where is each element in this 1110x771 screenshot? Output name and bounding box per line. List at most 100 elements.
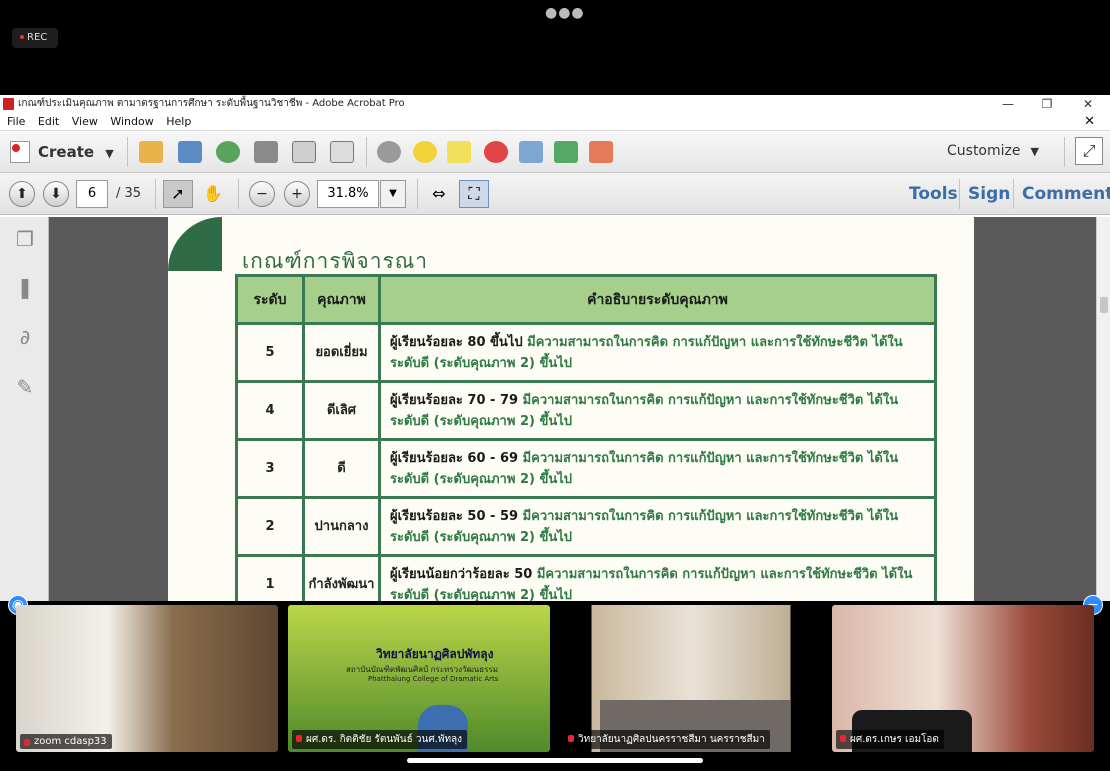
edit-document-icon[interactable]	[292, 141, 316, 163]
participant-video-2[interactable]: วิทยาลัยนาฏศิลปพัทลุง สถาบันบัณฑิตพัฒนศิ…	[288, 605, 550, 752]
expand-icon[interactable]: ⤢	[1075, 137, 1103, 165]
zoom-in-icon[interactable]: +	[284, 181, 310, 207]
record-dot-icon	[20, 35, 24, 39]
hand-tool-icon[interactable]: ✋	[198, 180, 228, 208]
menu-window[interactable]: Window	[110, 115, 153, 128]
fit-width-icon[interactable]: ⇔	[424, 180, 454, 208]
college-name-en: Phatthalung College of Dramatic Arts	[368, 675, 499, 683]
scrollbar-thumb[interactable]	[1100, 297, 1108, 313]
comment-pane-link[interactable]: Comment	[1022, 184, 1110, 204]
email-icon[interactable]	[330, 141, 354, 163]
print-icon[interactable]	[254, 141, 278, 163]
zoom-dropdown-icon[interactable]: ▼	[380, 180, 406, 208]
select-tool-icon[interactable]: ➚	[163, 180, 193, 208]
table-header-row: ระดับ คุณภาพ คำอธิบายระดับคุณภาพ	[235, 274, 937, 325]
description-criterion: ผู้เรียนน้อยกว่าร้อยละ 50	[390, 566, 533, 582]
cloud-upload-icon[interactable]	[216, 141, 240, 163]
search-document-icon[interactable]	[519, 141, 543, 163]
separator	[1064, 137, 1065, 167]
row-description: ผู้เรียนร้อยละ 60 - 69 มีความสามารถในการ…	[378, 438, 937, 499]
table-row: 5 ยอดเยี่ยม ผู้เรียนร้อยละ 80 ขึ้นไป มีค…	[235, 322, 937, 383]
participant-video-3[interactable]: วิทยาลัยนาฏศิลปนครราชสีมา นครราชสีมา	[560, 605, 822, 752]
row-quality: ยอดเยี่ยม	[302, 322, 381, 383]
acrobat-window: เกณฑ์ประเมินคุณภาพ ตามาตรฐานการศึกษา ระด…	[0, 95, 1110, 675]
table-row: 3 ดี ผู้เรียนร้อยละ 60 - 69 มีความสามารถ…	[235, 438, 937, 499]
menu-view[interactable]: View	[72, 115, 98, 128]
export-icon[interactable]	[554, 141, 578, 163]
participant-video-1[interactable]: zoom cdasp33	[16, 605, 278, 752]
sign-pane-link[interactable]: Sign	[968, 184, 1010, 204]
highlight-text-icon[interactable]	[447, 141, 471, 163]
description-criterion: ผู้เรียนร้อยละ 60 - 69	[390, 450, 519, 466]
participant-name: ผศ.ดร. กิตติชัย รัตนพันธ์ วนศ.พัทลุง	[292, 730, 468, 749]
delete-page-icon[interactable]	[484, 141, 508, 163]
zoom-out-icon[interactable]: −	[249, 181, 275, 207]
separator	[238, 179, 239, 209]
menu-help[interactable]: Help	[166, 115, 191, 128]
separator	[959, 179, 960, 209]
table-row: 2 ปานกลาง ผู้เรียนร้อยละ 50 - 59 มีความส…	[235, 496, 937, 557]
participant-strip: ◉ − zoom cdasp33 วิทยาลัยนาฏศิลปพัทลุง ส…	[0, 595, 1110, 771]
create-button[interactable]: Create ▼	[10, 140, 114, 164]
row-level: 4	[235, 380, 305, 441]
chevron-down-icon: ▼	[1030, 145, 1039, 158]
row-level: 2	[235, 496, 305, 557]
zoom-top-bar: ●●● REC	[0, 0, 1110, 95]
open-folder-icon[interactable]	[139, 141, 163, 163]
minimize-button[interactable]: —	[988, 95, 1028, 113]
fit-page-icon[interactable]: ⛶	[459, 180, 489, 208]
criteria-table: ระดับ คุณภาพ คำอธิบายระดับคุณภาพ 5 ยอดเย…	[235, 274, 937, 615]
menu-file[interactable]: File	[7, 115, 25, 128]
separator	[155, 179, 156, 209]
header-level: ระดับ	[235, 274, 305, 325]
pdf-icon	[3, 98, 14, 110]
main-toolbar: Create ▼ Customize ▼ ⤢	[0, 131, 1110, 173]
row-description: ผู้เรียนร้อยละ 80 ขึ้นไป มีความสามารถในก…	[378, 322, 937, 383]
participant-name: zoom cdasp33	[20, 734, 112, 749]
participant-name: วิทยาลัยนาฏศิลปนครราชสีมา นครราชสีมา	[564, 730, 770, 749]
header-description: คำอธิบายระดับคุณภาพ	[378, 274, 937, 325]
customize-label: Customize	[947, 143, 1021, 159]
title-bar: เกณฑ์ประเมินคุณภาพ ตามาตรฐานการศึกษา ระด…	[0, 95, 1110, 113]
menu-edit[interactable]: Edit	[38, 115, 59, 128]
rec-label: REC	[27, 32, 48, 43]
bookmarks-icon[interactable]: ❚	[14, 275, 36, 299]
page-thumbnails-icon[interactable]: ❐	[14, 227, 36, 251]
close-button[interactable]: ✕	[1068, 95, 1108, 113]
attachments-icon[interactable]: ∂	[14, 325, 36, 349]
create-pdf-icon	[10, 141, 30, 163]
page-total: / 35	[116, 186, 142, 201]
save-icon[interactable]	[178, 141, 202, 163]
signatures-icon[interactable]: ✎	[14, 375, 36, 399]
comment-bubble-icon[interactable]	[413, 141, 437, 163]
gear-icon[interactable]	[377, 141, 401, 163]
row-level: 3	[235, 438, 305, 499]
tools-pane-link[interactable]: Tools	[909, 184, 958, 204]
separator	[127, 137, 128, 167]
participant-video-4[interactable]: ผศ.ดร.เกษร เอมโอด	[832, 605, 1094, 752]
separator	[366, 137, 367, 167]
sign-document-icon[interactable]	[589, 141, 613, 163]
separator	[1013, 179, 1014, 209]
header-quality: คุณภาพ	[302, 274, 381, 325]
previous-page-icon[interactable]: ⬆	[9, 181, 35, 207]
row-description: ผู้เรียนร้อยละ 50 - 59 มีความสามารถในการ…	[378, 496, 937, 557]
chevron-down-icon: ▼	[105, 147, 114, 160]
page-number-input[interactable]: 6	[76, 180, 108, 208]
customize-button[interactable]: Customize ▼	[947, 143, 1039, 159]
recording-indicator: REC	[12, 28, 58, 48]
college-name: วิทยาลัยนาฏศิลปพัทลุง	[376, 647, 494, 661]
navigation-toolbar: ⬆ ⬇ 6 / 35 ➚ ✋ − + 31.8% ▼ ⇔ ⛶ Tools Sig…	[0, 173, 1110, 215]
more-options-icon[interactable]: ●●●	[545, 5, 585, 21]
restore-button[interactable]: ❐	[1027, 95, 1067, 113]
home-indicator	[407, 758, 703, 763]
close-document-icon[interactable]: ✕	[1084, 113, 1095, 131]
participant-name: ผศ.ดร.เกษร เอมโอด	[836, 730, 944, 749]
decorative-corner	[168, 217, 222, 271]
description-criterion: ผู้เรียนร้อยละ 70 - 79	[390, 392, 519, 408]
row-level: 5	[235, 322, 305, 383]
row-quality: ปานกลาง	[302, 496, 381, 557]
zoom-level-input[interactable]: 31.8%	[317, 180, 379, 208]
next-page-icon[interactable]: ⬇	[43, 181, 69, 207]
description-criterion: ผู้เรียนร้อยละ 80 ขึ้นไป	[390, 334, 523, 350]
